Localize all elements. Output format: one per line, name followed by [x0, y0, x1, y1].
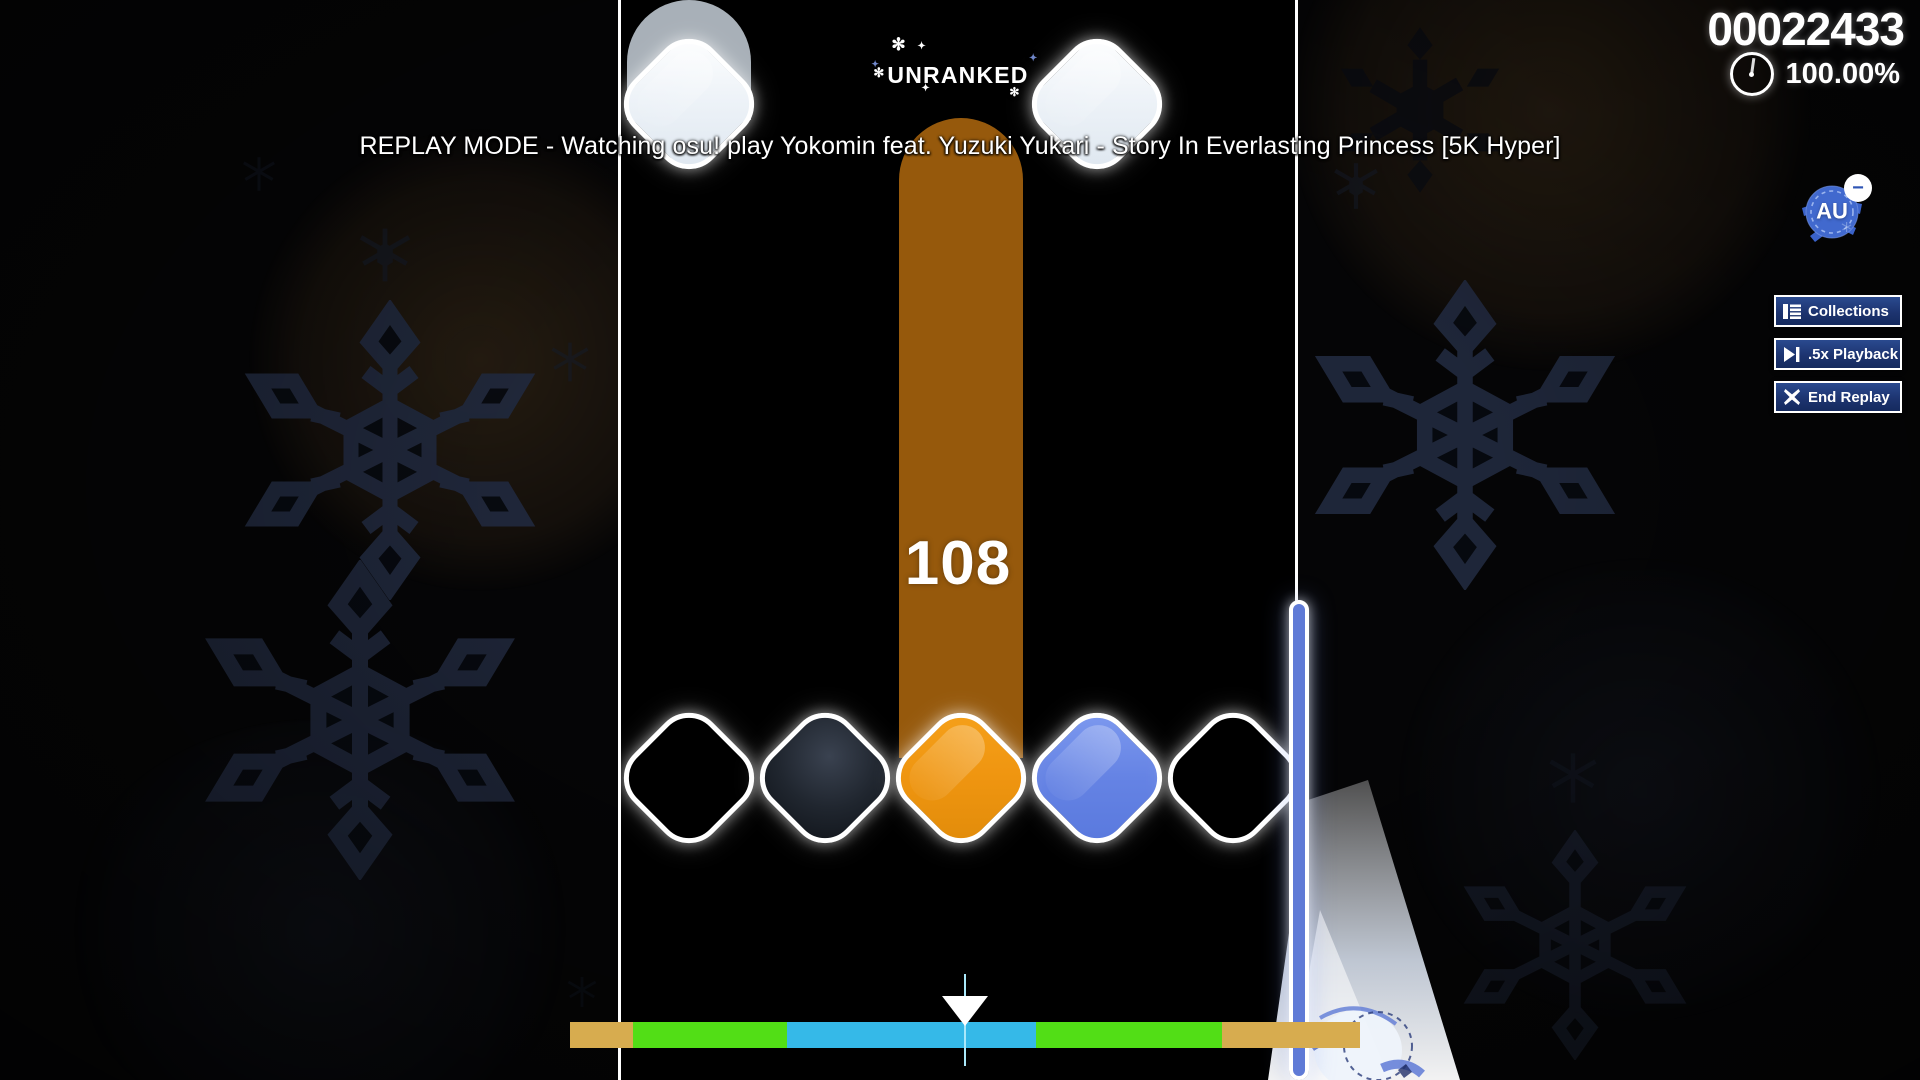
progress-marker[interactable] [942, 974, 988, 1066]
receptor-column-2[interactable] [745, 698, 905, 858]
progress-segment [633, 1022, 788, 1048]
receptor-column-5[interactable] [1153, 698, 1295, 858]
playback-speed-button-label: .5x Playback [1808, 345, 1899, 363]
snowflake-decoration [565, 975, 599, 1009]
score-display: 00022433 [1707, 3, 1905, 55]
sparkle-icon: ✻ [891, 35, 907, 54]
collections-button-label: Collections [1808, 302, 1889, 320]
snowflake-decoration [1310, 280, 1620, 590]
snowflake-decoration [240, 300, 540, 600]
snowflake-decoration [200, 560, 520, 880]
receptor-column-1[interactable] [621, 698, 769, 858]
sparkle-icon: ✦ [921, 83, 931, 94]
progress-marker-arrow-icon [942, 996, 988, 1026]
falling-note [1017, 24, 1177, 184]
snowflake-decoration [1330, 160, 1382, 212]
skip-forward-icon [1783, 345, 1801, 363]
snowflake-decoration [355, 225, 415, 285]
snowflake-decoration [548, 340, 592, 384]
autoplay-mod-icon: AU − [1796, 174, 1872, 246]
receptor-column-4[interactable] [1017, 698, 1177, 858]
playfield: 108 ✻ ✻ ✦ ✦ ✦ ✦ ✻ UNRANKED [618, 0, 1298, 1080]
snowflake-decoration [240, 155, 278, 193]
bg-glow-cool-bottom [60, 720, 580, 1080]
sparkle-icon: ✦ [1029, 53, 1039, 64]
bg-glow-cool-right [1400, 560, 1880, 1020]
progress-segment [570, 1022, 634, 1048]
collections-button[interactable]: Collections [1774, 295, 1902, 327]
list-icon [1783, 302, 1801, 320]
song-progress-bar[interactable] [570, 974, 1360, 1066]
unranked-label-group: ✻ ✻ ✦ ✦ ✦ ✦ ✻ UNRANKED [871, 36, 1037, 98]
snowflake-decoration [1460, 830, 1690, 1060]
note-sheen [1036, 715, 1131, 810]
combo-counter: 108 [904, 529, 1012, 598]
progress-segment [1221, 1022, 1360, 1048]
playback-speed-button[interactable]: .5x Playback [1774, 338, 1902, 370]
accuracy-display: 100.00% [1729, 52, 1901, 96]
clock-dial-icon [1729, 52, 1774, 96]
sparkle-icon: ✦ [917, 41, 927, 52]
health-bar-fill [1289, 600, 1309, 1080]
sparkle-icon: ✦ [871, 59, 881, 69]
unranked-label: UNRANKED [887, 62, 1029, 88]
progress-segment [1036, 1022, 1222, 1048]
mods-display: AU − [1796, 174, 1872, 246]
snowflake-decoration [1330, 20, 1510, 200]
close-x-icon [1783, 388, 1801, 406]
replay-control-panel: Collections .5x Playback End Replay [1774, 295, 1902, 413]
accuracy-value: 100.00% [1785, 57, 1901, 90]
progress-segment [787, 1022, 914, 1048]
health-bar [1289, 600, 1309, 1080]
unranked-indicator: ✻ ✻ ✦ ✦ ✦ ✦ ✻ UNRANKED [621, 36, 1295, 98]
sparkle-icon: ✻ [1009, 85, 1021, 99]
hold-note-body-active [899, 118, 1023, 758]
mod-unranked-badge: − [1844, 174, 1872, 202]
end-replay-button-label: End Replay [1808, 388, 1890, 406]
dial-pivot [1749, 71, 1754, 77]
end-replay-button[interactable]: End Replay [1774, 381, 1902, 413]
snowflake-decoration [1545, 750, 1601, 806]
